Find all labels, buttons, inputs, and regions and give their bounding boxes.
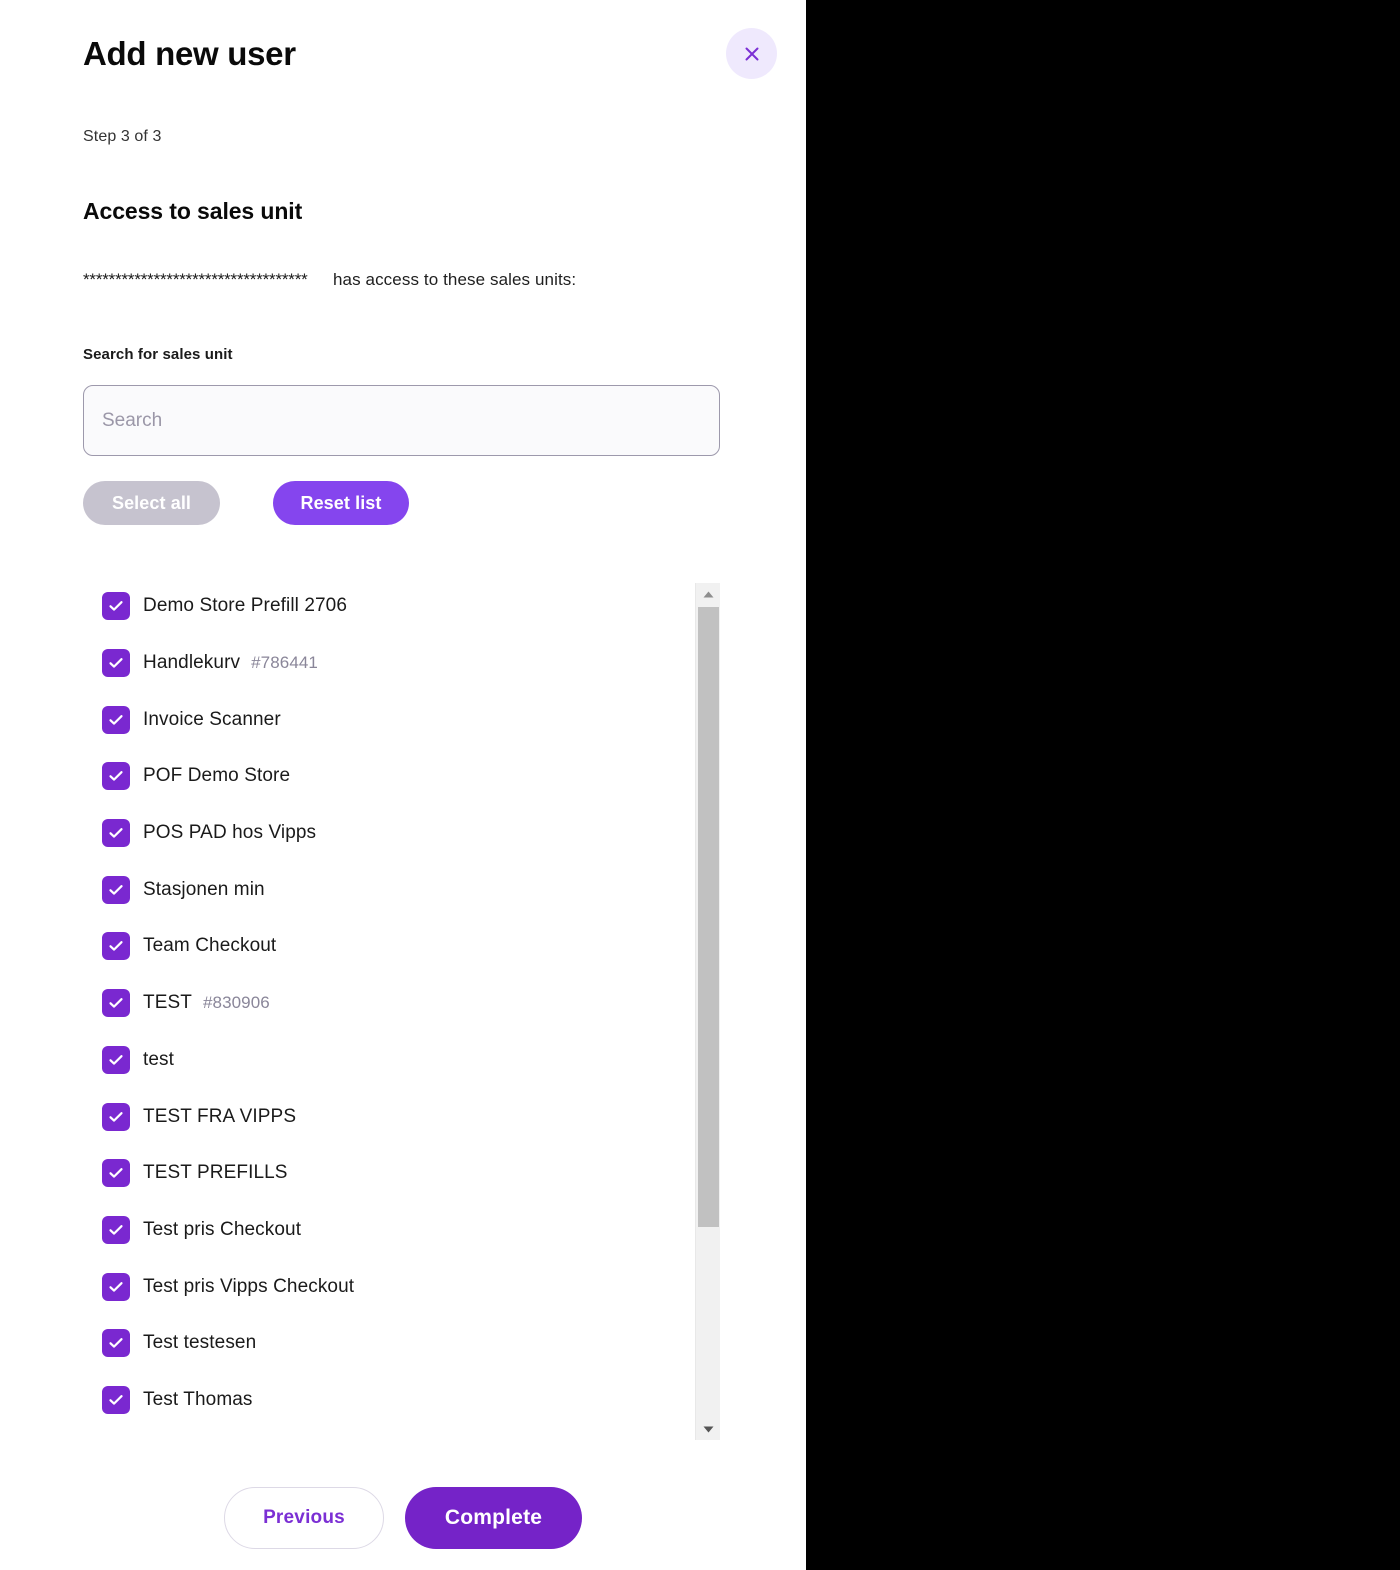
step-indicator: Step 3 of 3: [83, 128, 162, 145]
list-item-label: TEST: [143, 992, 192, 1014]
list-item-label: TEST PREFILLS: [143, 1162, 288, 1184]
sales-unit-list: Demo Store Prefill 2706 Handlekurv #786441…: [83, 578, 720, 1440]
checkbox-checked[interactable]: [102, 1272, 130, 1301]
screen-root: Add new user Step 3 of 3 Access to sales…: [0, 0, 1400, 1570]
list-item[interactable]: Invoice Scanner: [83, 691, 683, 748]
list-item-id: #786441: [251, 653, 318, 673]
list-item[interactable]: test: [83, 1032, 683, 1089]
chevron-down-icon: [703, 1426, 714, 1433]
checkbox-checked[interactable]: [102, 1045, 130, 1074]
checkbox-checked[interactable]: [102, 649, 130, 678]
scrollbar-thumb[interactable]: [698, 607, 719, 1227]
list-item-label: test: [143, 1048, 175, 1070]
list-item-label: Test testesen: [143, 1332, 257, 1354]
search-input[interactable]: [83, 385, 720, 456]
search-label: Search for sales unit: [83, 346, 233, 363]
list-item[interactable]: Demo Store Prefill 2706: [83, 578, 683, 635]
empty-right-region: [806, 0, 1400, 1570]
list-item-label: Team Checkout: [143, 935, 277, 957]
list-item[interactable]: POS PAD hos Vipps: [83, 805, 683, 862]
complete-button[interactable]: Complete: [405, 1487, 582, 1549]
list-item[interactable]: Test testesen: [83, 1315, 683, 1372]
sales-unit-list-items: Demo Store Prefill 2706 Handlekurv #786441…: [83, 578, 683, 1440]
checkbox-checked[interactable]: [102, 1159, 130, 1188]
add-new-user-modal: Add new user Step 3 of 3 Access to sales…: [0, 0, 806, 1570]
list-item[interactable]: Test pris Checkout: [83, 1202, 683, 1259]
previous-button[interactable]: Previous: [224, 1487, 384, 1549]
list-item[interactable]: Team Checkout: [83, 918, 683, 975]
list-item-label: Stasjonen min: [143, 878, 265, 900]
list-item[interactable]: TEST PREFILLS: [83, 1145, 683, 1202]
checkbox-checked[interactable]: [102, 1215, 130, 1244]
close-icon: [742, 44, 762, 64]
checkbox-checked[interactable]: [102, 705, 130, 734]
list-item-label: TEST FRA VIPPS: [143, 1105, 297, 1127]
close-button[interactable]: [726, 28, 777, 79]
list-item-label: Test pris Vipps Checkout: [143, 1275, 355, 1297]
section-heading: Access to sales unit: [83, 198, 303, 224]
modal-header: Add new user: [83, 28, 777, 80]
checkbox-checked[interactable]: [102, 875, 130, 904]
list-item-label: POS PAD hos Vipps: [143, 822, 317, 844]
list-item-label: Invoice Scanner: [143, 708, 281, 730]
access-summary-text: has access to these sales units:: [333, 270, 577, 289]
modal-footer: Previous Complete: [0, 1487, 806, 1549]
checkbox-checked[interactable]: [102, 819, 130, 848]
list-item[interactable]: Stasjonen min: [83, 861, 683, 918]
select-all-button[interactable]: Select all: [83, 481, 220, 525]
list-item-label: Test pris Checkout: [143, 1218, 302, 1240]
checkbox-checked[interactable]: [102, 592, 130, 621]
list-item-label: Demo Store Prefill 2706: [143, 595, 348, 617]
list-item-label: Handlekurv: [143, 652, 241, 674]
chevron-up-icon: [703, 591, 714, 598]
list-item[interactable]: Handlekurv #786441: [83, 635, 683, 692]
list-scrollbar[interactable]: [695, 583, 720, 1440]
list-item[interactable]: TEST #830906: [83, 975, 683, 1032]
list-item[interactable]: Test Thomas: [83, 1372, 683, 1429]
list-item-label: POF Demo Store: [143, 765, 291, 787]
list-item[interactable]: POF Demo Store: [83, 748, 683, 805]
reset-list-button[interactable]: Reset list: [273, 481, 409, 525]
checkbox-checked[interactable]: [102, 762, 130, 791]
checkbox-checked[interactable]: [102, 1102, 130, 1131]
checkbox-checked[interactable]: [102, 1329, 130, 1358]
scrollbar-up-button[interactable]: [696, 583, 721, 605]
masked-user-name: ***********************************: [83, 270, 308, 289]
scrollbar-down-button[interactable]: [696, 1418, 721, 1440]
list-item-id: #830906: [202, 993, 270, 1013]
checkbox-checked[interactable]: [102, 1385, 130, 1414]
access-summary: *********************************** has …: [83, 266, 743, 294]
list-item-label: Test Thomas: [143, 1388, 253, 1410]
page-title: Add new user: [83, 35, 296, 72]
checkbox-checked[interactable]: [102, 989, 130, 1018]
checkbox-checked[interactable]: [102, 932, 130, 961]
list-item[interactable]: TEST FRA VIPPS: [83, 1088, 683, 1145]
list-item[interactable]: Test pris Vipps Checkout: [83, 1258, 683, 1315]
